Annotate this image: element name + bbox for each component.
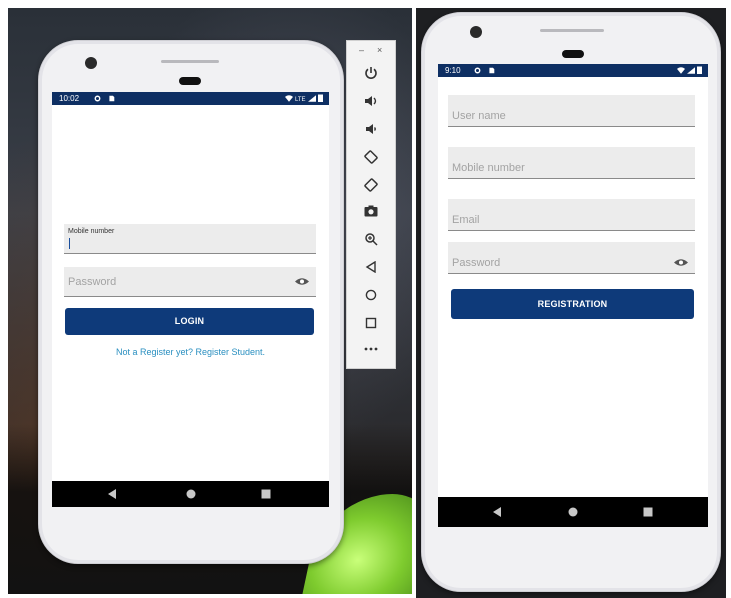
overview-icon[interactable]: [359, 313, 383, 333]
status-bar: 9:10: [438, 64, 708, 77]
show-password-icon[interactable]: [295, 277, 309, 286]
email-field[interactable]: Email: [448, 199, 695, 231]
rotate-right-icon[interactable]: [359, 175, 383, 195]
panel-divider: [414, 8, 416, 598]
close-button[interactable]: ×: [377, 45, 382, 55]
login-button[interactable]: LOGIN: [65, 308, 314, 335]
wifi-icon: [284, 95, 293, 102]
password-placeholder: Password: [68, 276, 117, 288]
emulator-phone-registration: 9:10 User name Mobile number Email Passw…: [421, 12, 721, 592]
navigation-bar: [52, 481, 329, 507]
wifi-icon: [676, 67, 685, 74]
volume-down-icon[interactable]: [359, 119, 383, 139]
signal-icon: [307, 95, 316, 102]
volume-up-icon[interactable]: [359, 91, 383, 111]
home-icon[interactable]: [359, 285, 383, 305]
status-time: 10:02: [59, 94, 80, 103]
toolbar-window-controls: – ×: [347, 45, 395, 55]
speaker-grille: [540, 29, 604, 32]
battery-icon: [318, 94, 323, 102]
sd-card-icon: [109, 95, 115, 102]
back-icon[interactable]: [359, 257, 383, 277]
status-right-icons: [676, 64, 702, 77]
mobile-number-field[interactable]: Mobile number: [64, 224, 316, 254]
emulator-toolbar: – ×: [346, 40, 396, 369]
camera-icon: [470, 26, 482, 38]
navigation-bar: [438, 497, 708, 527]
password-field[interactable]: Password: [64, 267, 316, 297]
register-student-link[interactable]: Not a Register yet? Register Student.: [52, 347, 329, 357]
password-field[interactable]: Password: [448, 242, 695, 274]
recents-nav-icon[interactable]: [261, 489, 271, 499]
registration-screen: 9:10 User name Mobile number Email Passw…: [438, 64, 708, 527]
power-icon[interactable]: [359, 63, 383, 83]
settings-icon: [94, 95, 101, 102]
mobile-number-field[interactable]: Mobile number: [448, 147, 695, 179]
home-nav-icon[interactable]: [186, 489, 196, 499]
registration-button[interactable]: REGISTRATION: [451, 289, 694, 319]
back-nav-icon[interactable]: [492, 507, 502, 517]
sd-card-icon: [489, 67, 495, 74]
minimize-button[interactable]: –: [359, 45, 364, 55]
status-right-icons: LTE: [284, 92, 323, 107]
camera-icon: [85, 57, 97, 69]
username-field[interactable]: User name: [448, 95, 695, 127]
network-type: LTE: [294, 97, 306, 103]
settings-icon: [474, 67, 481, 74]
password-placeholder: Password: [452, 257, 501, 269]
screenshot-icon[interactable]: [359, 201, 383, 221]
login-screen: 10:02 LTE Mobile number Password LOGIN N…: [52, 92, 329, 507]
more-icon[interactable]: [359, 339, 383, 359]
rotate-left-icon[interactable]: [359, 147, 383, 167]
signal-icon: [686, 67, 695, 74]
earpiece: [562, 50, 584, 58]
show-password-icon[interactable]: [674, 258, 688, 267]
zoom-icon[interactable]: [359, 229, 383, 249]
back-nav-icon[interactable]: [107, 489, 117, 499]
mobile-number-label: Mobile number: [68, 228, 115, 235]
status-bar: 10:02 LTE: [52, 92, 329, 105]
earpiece: [179, 77, 201, 85]
emulator-phone-login: 10:02 LTE Mobile number Password LOGIN N…: [38, 40, 344, 564]
text-cursor: [69, 238, 70, 249]
mobile-number-placeholder: Mobile number: [452, 162, 525, 174]
username-placeholder: User name: [452, 110, 506, 122]
speaker-grille: [161, 60, 219, 63]
recents-nav-icon[interactable]: [643, 507, 653, 517]
status-time: 9:10: [445, 66, 461, 75]
email-placeholder: Email: [452, 214, 480, 226]
home-nav-icon[interactable]: [568, 507, 578, 517]
battery-icon: [697, 66, 702, 74]
